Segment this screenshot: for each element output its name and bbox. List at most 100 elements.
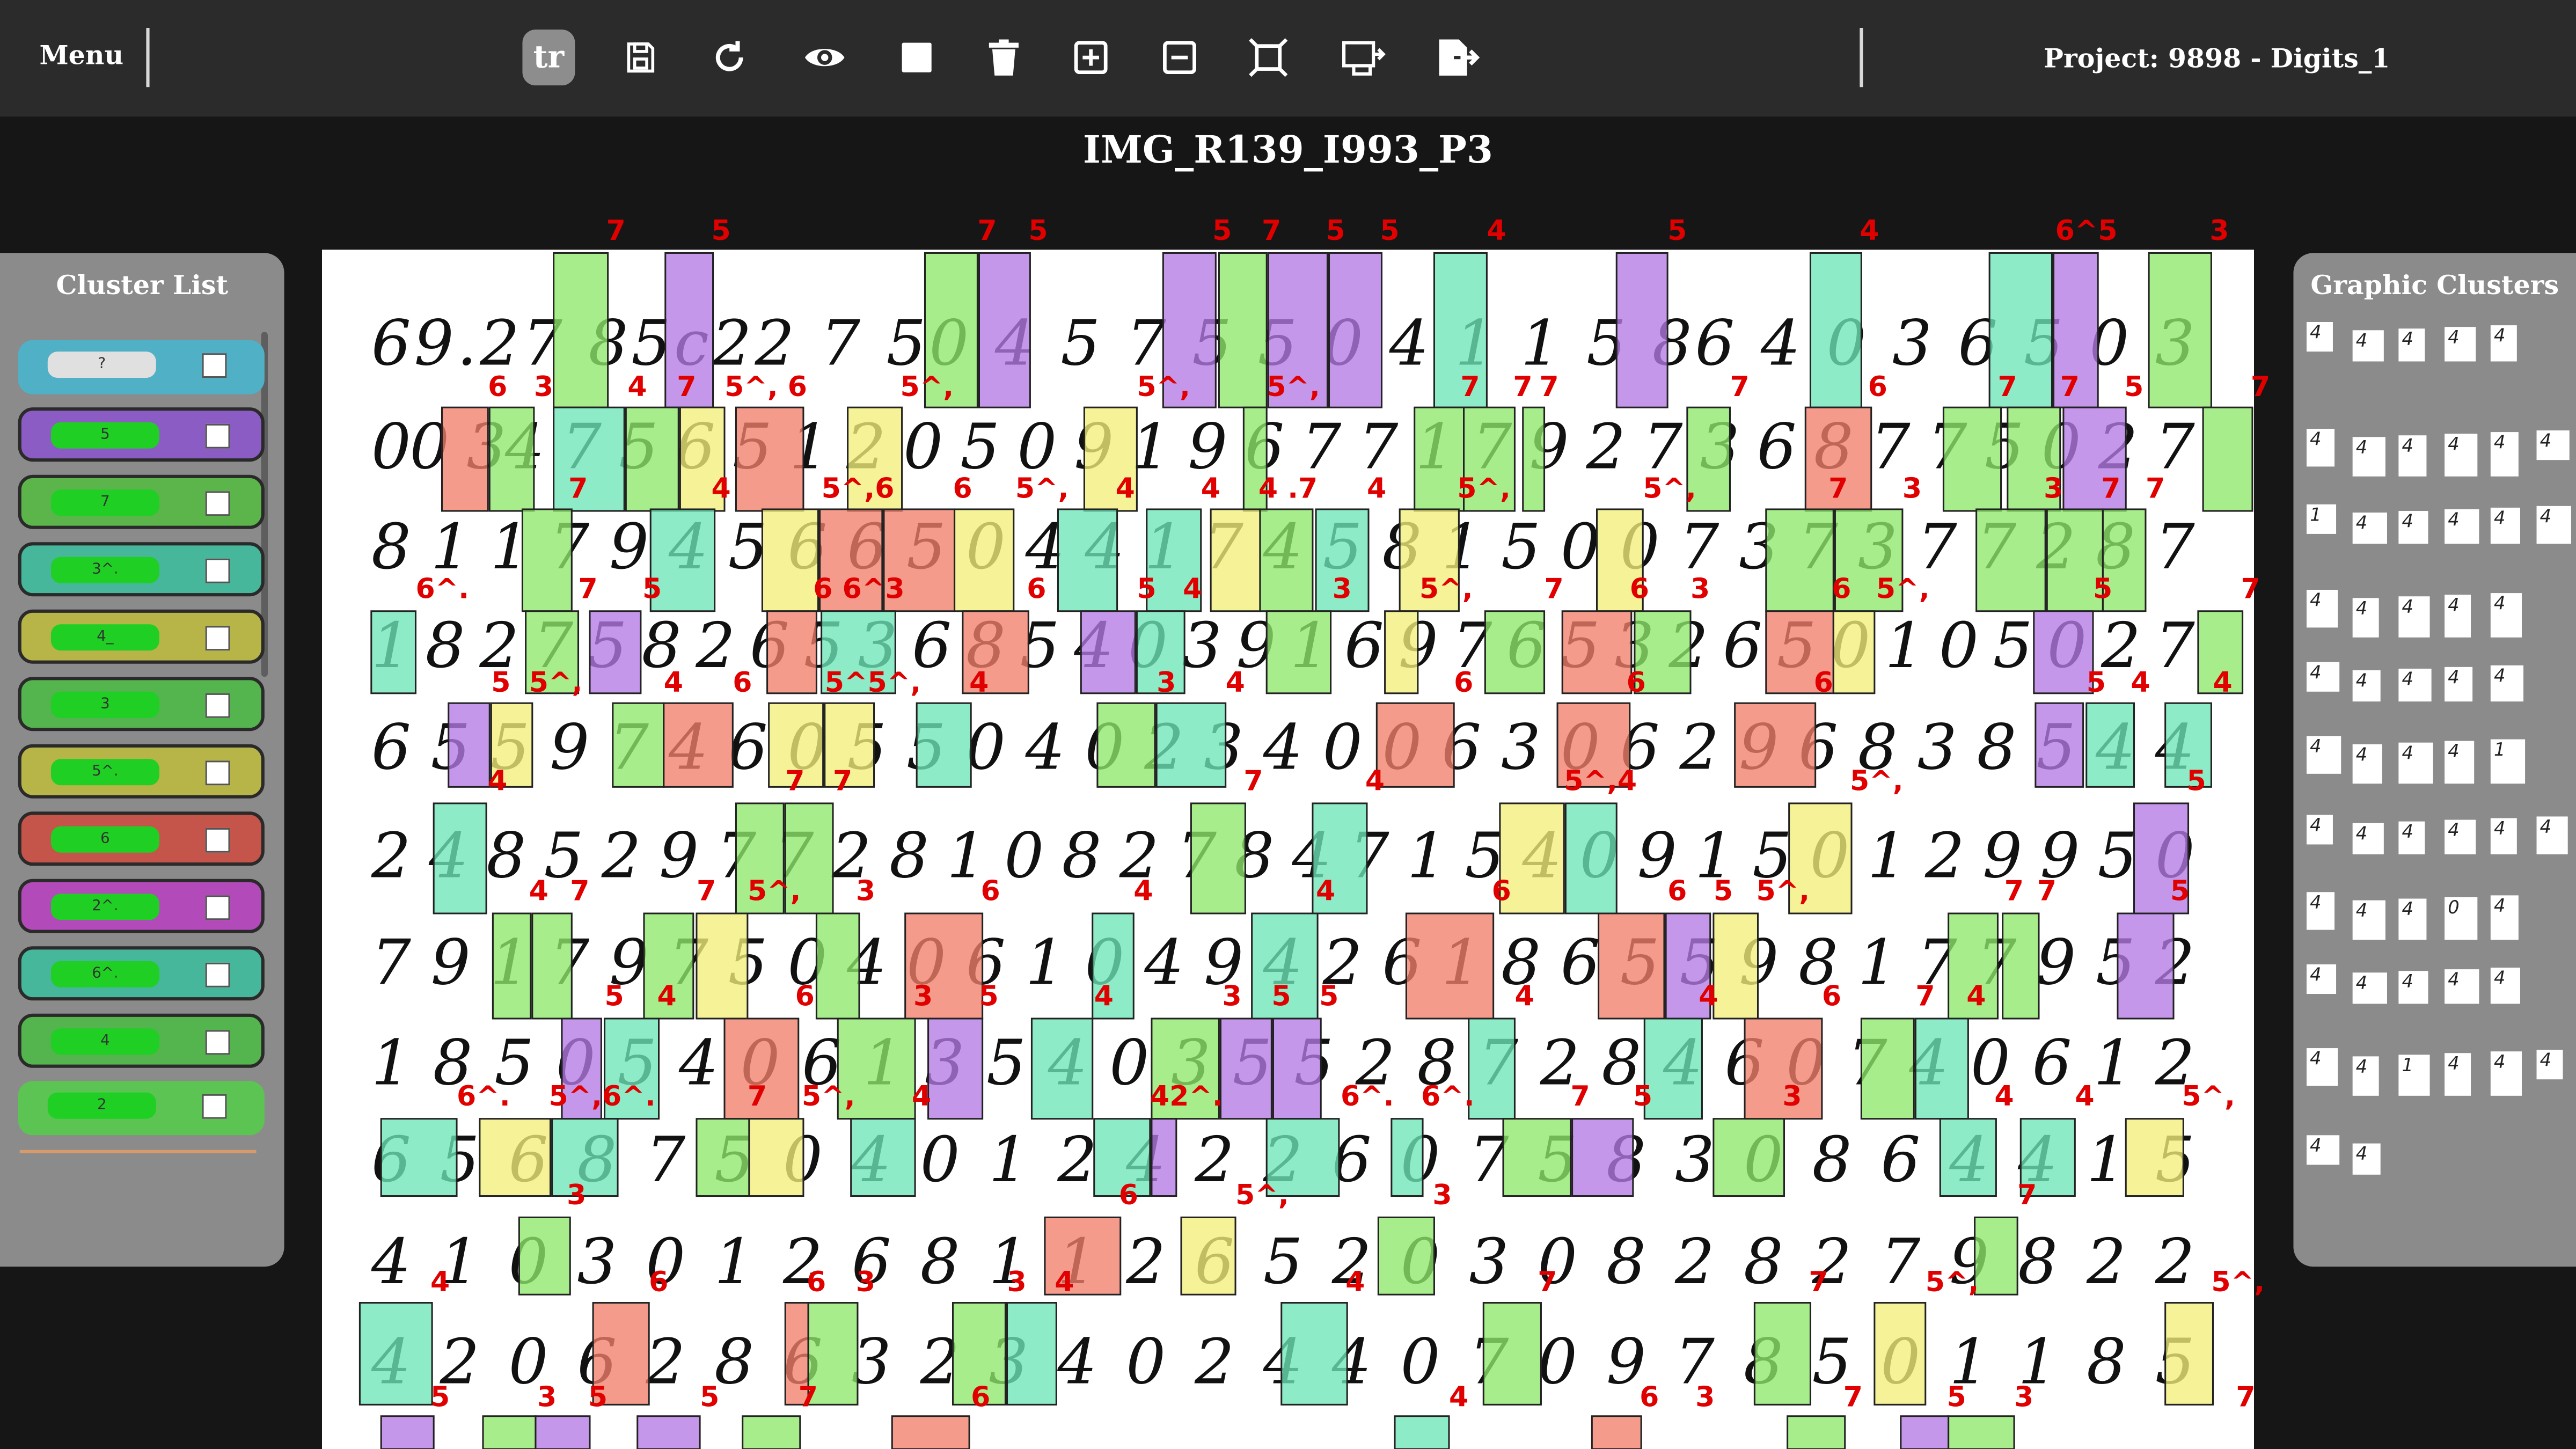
cluster-checkbox[interactable]	[205, 962, 230, 987]
cluster-thumbnail[interactable]: 4	[2306, 322, 2333, 352]
fit-icon[interactable]	[1242, 30, 1294, 85]
cluster-checkbox[interactable]	[202, 1094, 227, 1119]
save-icon[interactable]	[614, 30, 667, 85]
cluster-checkbox[interactable]	[205, 423, 230, 449]
cluster-thumbnail[interactable]: 4	[2352, 513, 2387, 544]
cluster-thumbnail[interactable]: 4	[2398, 898, 2427, 940]
cluster-thumbnail[interactable]: 4	[2352, 972, 2387, 1004]
trash-icon[interactable]	[977, 30, 1030, 85]
cluster-thumbnail[interactable]: 4	[2490, 432, 2519, 477]
cluster-thumbnail[interactable]: 4	[2398, 596, 2430, 638]
cluster-thumbnail[interactable]: 4	[2398, 668, 2432, 702]
thumbnail-glyph: 4	[2448, 509, 2460, 531]
cluster-thumbnail[interactable]: 4	[2306, 892, 2334, 930]
thumbnail-glyph: 4	[2540, 816, 2552, 838]
cluster-thumbnail[interactable]: 4	[2490, 325, 2517, 362]
cluster-list-divider	[19, 1150, 257, 1153]
cluster-thumbnail[interactable]: 4	[2490, 593, 2522, 638]
cluster-thumbnail[interactable]: 4	[2490, 507, 2520, 544]
cluster-item[interactable]: 4_	[18, 609, 265, 664]
cluster-item[interactable]: 6^.	[18, 946, 265, 1001]
cluster-thumbnail[interactable]: 4	[2398, 742, 2433, 784]
cluster-checkbox[interactable]	[205, 626, 230, 651]
cluster-thumbnail[interactable]: 4	[2445, 819, 2476, 854]
cluster-thumbnail[interactable]: 1	[2398, 1055, 2430, 1096]
cluster-thumbnail[interactable]: 4	[2445, 509, 2479, 544]
cluster-checkbox[interactable]	[205, 760, 230, 786]
cluster-thumbnail[interactable]: 4	[2352, 437, 2385, 477]
cluster-thumbnail[interactable]: 4	[2306, 736, 2341, 774]
cluster-thumbnail[interactable]: 4	[2536, 430, 2570, 460]
cluster-thumbnail[interactable]: 0	[2445, 897, 2478, 940]
cluster-thumbnail[interactable]: 4	[2536, 1050, 2563, 1080]
cluster-item[interactable]: 7	[18, 474, 265, 529]
redo-icon[interactable]	[703, 30, 756, 85]
thumbnail-glyph: 4	[2493, 818, 2506, 840]
cluster-thumbnail[interactable]: 4	[2445, 667, 2473, 702]
zoom-out-icon[interactable]	[1153, 30, 1206, 85]
cluster-thumbnail[interactable]: 4	[2352, 744, 2382, 784]
cluster-thumbnail[interactable]: 4	[2398, 328, 2425, 362]
cluster-thumbnail[interactable]: 4	[2352, 330, 2384, 362]
cluster-thumbnail[interactable]: 4	[2306, 1135, 2340, 1165]
cluster-item[interactable]: 5	[18, 407, 265, 462]
cluster-item[interactable]: 6	[18, 811, 265, 866]
cluster-thumbnail[interactable]: 4	[2490, 665, 2524, 702]
cluster-thumbnail[interactable]: 4	[2306, 589, 2338, 628]
tr-tool-button[interactable]: tr	[522, 30, 575, 86]
cluster-item[interactable]: 5^.	[18, 744, 265, 799]
cluster-checkbox[interactable]	[205, 558, 230, 583]
cluster-thumbnail[interactable]: 4	[2398, 511, 2428, 544]
square-icon[interactable]	[890, 30, 943, 85]
cluster-thumbnail[interactable]: 4	[2352, 823, 2384, 854]
cluster-thumbnail[interactable]: 4	[2398, 435, 2427, 477]
thumbnail-glyph: 4	[2355, 823, 2368, 845]
thumbnail-glyph: 4	[2448, 327, 2460, 348]
cluster-thumbnail[interactable]: 1	[2306, 504, 2337, 534]
cluster-thumbnail[interactable]: 4	[2306, 964, 2337, 994]
cluster-thumbnail[interactable]: 4	[2490, 818, 2517, 854]
thumbnail-glyph: 4	[2402, 898, 2413, 920]
cluster-thumbnail[interactable]: 4	[2352, 1056, 2379, 1096]
cluster-checkbox[interactable]	[205, 828, 230, 853]
cluster-thumbnail[interactable]: 4	[2445, 327, 2476, 362]
cluster-thumbnail[interactable]: 4	[2445, 741, 2475, 784]
cluster-checkbox[interactable]	[205, 491, 230, 516]
cluster-item[interactable]: 3	[18, 677, 265, 731]
cluster-thumbnail[interactable]: 4	[2306, 815, 2333, 845]
cluster-thumbnail[interactable]: 4	[2306, 428, 2334, 467]
export-icon[interactable]	[1432, 30, 1485, 85]
menu-button[interactable]: Menu	[39, 39, 123, 70]
cluster-thumbnail[interactable]: 4	[2352, 900, 2385, 940]
cluster-thumbnail[interactable]: 4	[2490, 968, 2520, 1004]
cluster-item[interactable]: 2	[18, 1081, 265, 1136]
cluster-thumbnail[interactable]: 4	[2445, 969, 2479, 1004]
zoom-in-icon[interactable]	[1065, 30, 1117, 85]
cluster-thumbnail[interactable]: 1	[2490, 739, 2526, 784]
cluster-item[interactable]: 3^.	[18, 542, 265, 597]
cluster-thumbnail[interactable]: 4	[2306, 1048, 2338, 1086]
cluster-thumbnail[interactable]: 4	[2536, 506, 2571, 544]
cluster-thumbnail[interactable]: 4	[2352, 1143, 2381, 1175]
cluster-thumbnail[interactable]: 4	[2536, 816, 2568, 854]
cluster-thumbnail[interactable]: 4	[2490, 895, 2519, 940]
cluster-checkbox[interactable]	[205, 895, 230, 920]
cluster-checkbox[interactable]	[202, 353, 227, 378]
cluster-checkbox[interactable]	[205, 1030, 230, 1055]
cluster-item[interactable]: 4	[18, 1013, 265, 1068]
cluster-thumbnail[interactable]: 4	[2398, 821, 2425, 854]
cluster-thumbnail[interactable]: 4	[2306, 662, 2340, 692]
cluster-thumbnail[interactable]: 4	[2352, 670, 2381, 702]
cluster-item[interactable]: ?	[18, 340, 265, 394]
region-icon[interactable]	[1337, 30, 1390, 85]
cluster-thumbnail[interactable]: 4	[2445, 1053, 2471, 1096]
cluster-thumbnail[interactable]: 4	[2352, 598, 2379, 638]
cluster-thumbnail[interactable]: 4	[2445, 595, 2471, 638]
cluster-thumbnail[interactable]: 4	[2445, 434, 2478, 477]
cluster-thumbnail[interactable]: 4	[2490, 1051, 2522, 1096]
cluster-thumbnail[interactable]: 4	[2398, 971, 2428, 1004]
cluster-item[interactable]: 2^.	[18, 879, 265, 933]
cluster-checkbox[interactable]	[205, 693, 230, 718]
eye-icon[interactable]	[799, 30, 851, 85]
thumbnail-glyph: 4	[2310, 589, 2322, 611]
